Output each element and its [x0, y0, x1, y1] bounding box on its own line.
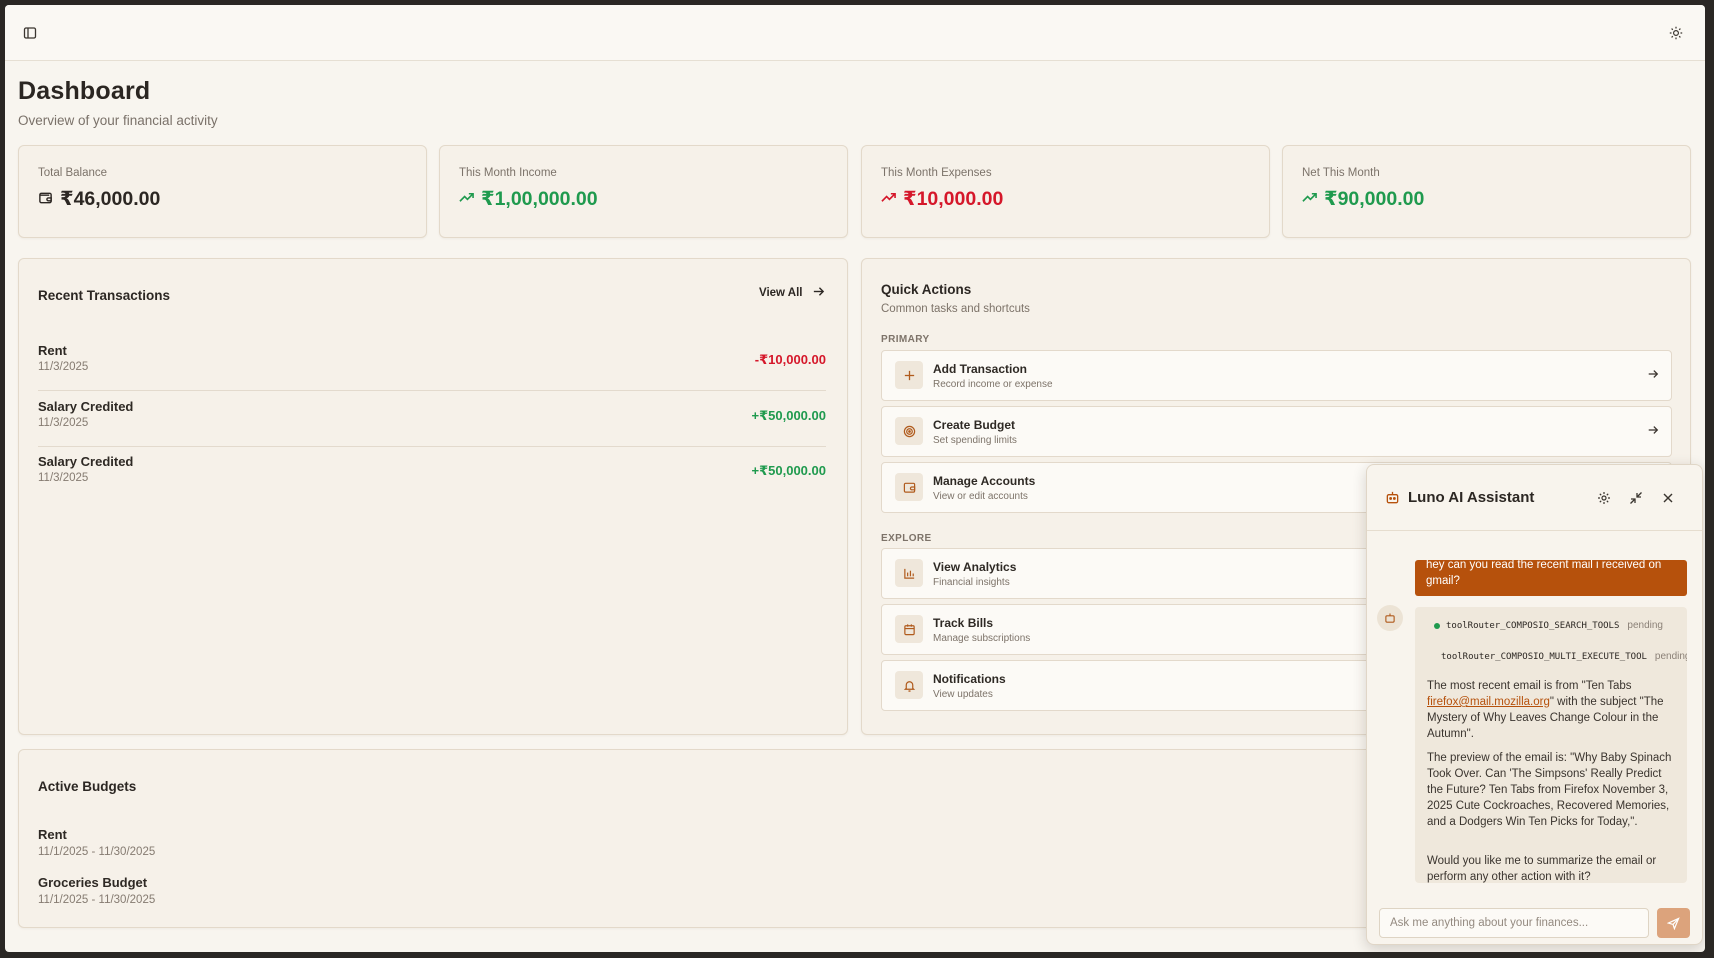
- transaction-amount: -₹10,000.00: [754, 352, 826, 367]
- stat-value-text: ₹10,000.00: [903, 188, 1004, 210]
- send-icon[interactable]: [1657, 908, 1690, 938]
- minimize-icon[interactable]: [1622, 484, 1650, 512]
- card-title: Recent Transactions: [38, 288, 171, 303]
- page-subtitle: Overview of your financial activity: [18, 113, 218, 128]
- transaction-name: Salary Credited: [38, 399, 134, 414]
- card-title: Quick Actions: [881, 282, 972, 297]
- trending-up-icon: [459, 188, 474, 211]
- quick-action-subtitle: Manage subscriptions: [933, 633, 1031, 644]
- stat-value: ₹46,000.00: [38, 187, 160, 211]
- ai-assistant-panel: Luno AI Assistant hey can you read the r…: [1366, 464, 1703, 945]
- budget-range: 11/1/2025 - 11/30/2025: [38, 846, 156, 858]
- quick-action-title: View Analytics: [933, 560, 1017, 574]
- stat-label: Net This Month: [1302, 167, 1380, 179]
- user-message-text: hey can you read the recent mail i recei…: [1426, 560, 1662, 587]
- tool-call-name: toolRouter_COMPOSIO_MULTI_EXECUTE_TOOL: [1441, 651, 1647, 662]
- quick-action-title: Manage Accounts: [933, 474, 1036, 488]
- email-link[interactable]: firefox@mail.mozilla.org: [1427, 696, 1550, 708]
- bot-icon: [1385, 490, 1400, 510]
- bell-icon: [895, 671, 923, 699]
- quick-action-subtitle: View updates: [933, 689, 993, 700]
- card-title: Active Budgets: [38, 779, 137, 794]
- trending-up-icon: [881, 188, 896, 211]
- quick-action-title: Add Transaction: [933, 362, 1028, 376]
- transaction-name: Rent: [38, 343, 67, 358]
- section-label-primary: PRIMARY: [881, 334, 930, 345]
- card-subtitle: Common tasks and shortcuts: [881, 303, 1030, 315]
- arrow-right-icon: [1647, 367, 1659, 385]
- transaction-date: 11/3/2025: [38, 361, 89, 373]
- user-message-bubble: hey can you read the recent mail i recei…: [1415, 560, 1687, 596]
- assistant-title: Luno AI Assistant: [1408, 489, 1535, 506]
- page-title: Dashboard: [18, 77, 151, 105]
- target-icon: [895, 417, 923, 445]
- quick-action-subtitle: Financial insights: [933, 577, 1010, 588]
- stat-label: This Month Income: [459, 167, 557, 179]
- gear-icon[interactable]: [1590, 484, 1618, 512]
- wallet-icon: [38, 188, 53, 211]
- assistant-reply-paragraph: The most recent email is from "Ten Tabs …: [1427, 678, 1679, 742]
- quick-action-title: Create Budget: [933, 418, 1016, 432]
- transaction-name: Salary Credited: [38, 454, 134, 469]
- transaction-row[interactable]: Rent 11/3/2025 -₹10,000.00: [38, 335, 826, 391]
- quick-action-subtitle: View or edit accounts: [933, 491, 1028, 502]
- transaction-date: 11/3/2025: [38, 472, 89, 484]
- tool-call-status: pending: [1627, 620, 1663, 631]
- stat-value: ₹1,00,000.00: [459, 187, 598, 211]
- tool-call-row[interactable]: toolRouter_COMPOSIO_MULTI_EXECUTE_TOOL p…: [1441, 651, 1687, 662]
- stat-value-text: ₹46,000.00: [60, 188, 161, 210]
- top-bar: [5, 5, 1705, 61]
- assistant-reply-paragraph: Would you like me to summarize the email…: [1427, 855, 1657, 883]
- add-transaction-button[interactable]: Add Transaction Record income or expense: [881, 350, 1672, 401]
- transaction-row[interactable]: Salary Credited 11/3/2025 +₹50,000.00: [38, 391, 826, 447]
- stat-card-income: This Month Income ₹1,00,000.00: [439, 145, 848, 238]
- reply-text: The most recent email is from "Ten Tabs: [1427, 680, 1632, 692]
- close-icon[interactable]: [1654, 484, 1682, 512]
- arrow-right-icon: [812, 285, 825, 301]
- sidebar-toggle-icon[interactable]: [16, 19, 44, 47]
- quick-action-title: Track Bills: [933, 616, 994, 630]
- budget-name[interactable]: Groceries Budget: [38, 875, 147, 890]
- transaction-amount: +₹50,000.00: [751, 463, 826, 478]
- budget-name[interactable]: Rent: [38, 827, 67, 842]
- stat-value-text: ₹90,000.00: [1324, 188, 1425, 210]
- assistant-reply-paragraph: The preview of the email is: "Why Baby S…: [1427, 752, 1672, 828]
- quick-action-subtitle: Record income or expense: [933, 379, 1053, 390]
- assistant-message-bubble: toolRouter_COMPOSIO_SEARCH_TOOLS pending…: [1415, 607, 1687, 883]
- trending-up-icon: [1302, 188, 1317, 211]
- view-all-label: View All: [759, 287, 803, 299]
- quick-action-subtitle: Set spending limits: [933, 435, 1017, 446]
- transaction-row[interactable]: Salary Credited 11/3/2025 +₹50,000.00: [38, 446, 826, 502]
- status-dot-icon: [1434, 622, 1440, 629]
- arrow-right-icon: [1647, 423, 1659, 441]
- transaction-amount: +₹50,000.00: [751, 408, 826, 423]
- quick-action-title: Notifications: [933, 672, 1006, 686]
- stat-card-expenses: This Month Expenses ₹10,000.00: [861, 145, 1270, 238]
- tool-call-status: pending: [1654, 651, 1687, 662]
- plus-icon: [895, 361, 923, 389]
- assistant-chat-input[interactable]: [1379, 908, 1649, 938]
- stat-value: ₹10,000.00: [881, 187, 1003, 211]
- stat-label: This Month Expenses: [881, 167, 992, 179]
- stat-label: Total Balance: [38, 167, 108, 179]
- bar-chart-icon: [895, 559, 923, 587]
- tool-call-name: toolRouter_COMPOSIO_SEARCH_TOOLS: [1446, 620, 1620, 631]
- recent-transactions-card: Recent Transactions View All Rent 11/3/2…: [18, 258, 848, 735]
- create-budget-button[interactable]: Create Budget Set spending limits: [881, 406, 1672, 457]
- budget-range: 11/1/2025 - 11/30/2025: [38, 894, 156, 906]
- assistant-header: Luno AI Assistant: [1367, 465, 1702, 531]
- section-label-explore: EXPLORE: [881, 533, 932, 544]
- stat-value-text: ₹1,00,000.00: [481, 188, 598, 210]
- view-all-button[interactable]: View All: [759, 285, 825, 301]
- calendar-icon: [895, 615, 923, 643]
- tool-call-row[interactable]: toolRouter_COMPOSIO_SEARCH_TOOLS pending: [1434, 620, 1663, 631]
- transaction-date: 11/3/2025: [38, 417, 89, 429]
- stat-card-net: Net This Month ₹90,000.00: [1282, 145, 1691, 238]
- bot-avatar-icon: [1377, 605, 1403, 631]
- app-window: Dashboard Overview of your financial act…: [5, 5, 1705, 952]
- sun-icon[interactable]: [1662, 19, 1690, 47]
- stat-value: ₹90,000.00: [1302, 187, 1424, 211]
- stat-card-total-balance: Total Balance ₹46,000.00: [18, 145, 427, 238]
- wallet-icon: [895, 473, 923, 501]
